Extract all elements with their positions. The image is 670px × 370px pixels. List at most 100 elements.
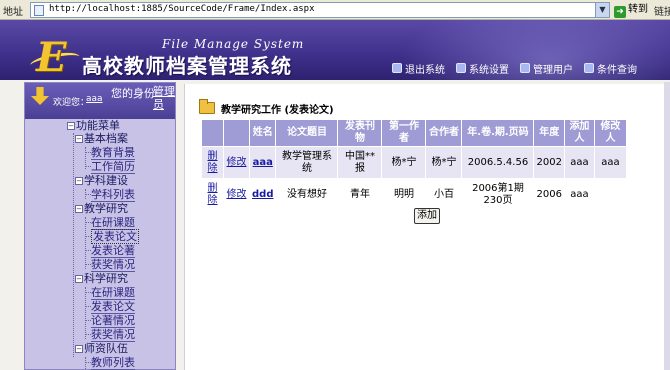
name-cell: aaa [248,146,277,179]
welcome-text: 欢迎您： [53,98,90,108]
menu-item-teaching-projects[interactable]: 在研课题 [85,216,135,230]
add-button[interactable]: 添加 [414,208,440,224]
identity-link[interactable]: 管理员 [153,85,175,111]
url-text[interactable]: http://localhost:1885/SourceCode/Frame/I… [49,4,315,14]
edit-cell: 修改 [223,146,250,179]
delete-cell: 删除 [201,146,224,179]
address-label: 地址 [3,7,23,18]
menu-item-teaching-books[interactable]: 发表论著 [85,244,135,258]
conditional-search-link[interactable]: 条件查询 [584,61,637,76]
address-bar: 地址 http://localhost:1885/SourceCode/Fram… [0,0,670,20]
column-header: 第一作者 [381,119,427,147]
column-header: 添加人 [563,119,595,147]
settings-icon [456,63,466,73]
column-header: 年度 [533,119,565,147]
menu-item-science-papers[interactable]: 发表论文 [85,300,135,314]
menu-group-science-research[interactable]: − 科学研究 [75,272,128,286]
year-cell: 2006 [533,178,565,211]
section-title: 教学研究工作 (发表论文) [221,104,334,116]
added-by-cell: aaa [563,178,595,211]
menu-item-science-projects[interactable]: 在研课题 [85,286,135,300]
name-cell: ddd [248,178,277,211]
url-input[interactable]: http://localhost:1885/SourceCode/Frame/I… [30,2,610,18]
menu-tree: − 功能菜单 − 基本档案 教育背景 工作简历 − 学科建设 学科列表 − 教学研究 在… [25,119,175,370]
citation-cell: 2006第1期230页 [461,178,535,211]
conditional-search-label: 条件查询 [597,64,637,76]
name-link[interactable]: ddd [252,189,273,200]
papers-table: 姓名 论文题目 发表刊物 第一作者 合作者 年.卷.期.页码 年度 添加人 修改… [201,119,627,211]
coauthor-cell: 小百 [425,178,463,211]
title-cell: 没有想好 [275,178,339,211]
system-settings-link[interactable]: 系统设置 [456,61,509,76]
menu-group-teaching-research[interactable]: − 教学研究 [75,202,128,216]
menu-item-science-books[interactable]: 论著情况 [85,314,135,328]
logout-link[interactable]: 退出系统 [392,61,445,76]
column-header: 合作者 [425,119,463,147]
edit-link[interactable]: 修改 [227,189,247,200]
go-button[interactable]: ➜ 转到 [614,2,650,18]
arrow-down-icon [31,87,49,105]
delete-link[interactable]: 删除 [208,183,218,206]
column-header [201,119,224,147]
identity-label: 您的身份: [111,87,159,100]
chevron-down-icon[interactable]: ▼ [595,3,609,17]
go-label: 转到 [628,4,648,15]
column-header: 修改人 [593,119,627,147]
column-header: 年.卷.期.页码 [461,119,535,147]
menu-group-faculty[interactable]: − 师资队伍 [75,342,128,356]
menu-root[interactable]: − 功能菜单 [67,119,120,133]
first-author-cell: 杨*宁 [381,146,427,179]
english-title: File Manage System [162,37,305,51]
collapse-icon[interactable]: − [75,345,83,353]
links-label[interactable]: 链接 [654,3,670,18]
table-row: 删除 修改 aaa 教学管理系统 中国**报 杨*宁 杨*宁 2006.5.4.… [201,146,627,179]
table-row: 删除 修改 ddd 没有想好 青年 明明 小百 2006第1期230页 2006… [201,178,627,211]
menu-item-teaching-papers[interactable]: 发表论文 [85,229,139,244]
edit-cell: 修改 [223,178,250,211]
coauthor-cell: 杨*宁 [425,146,463,179]
collapse-icon[interactable]: − [75,135,83,143]
edit-link[interactable]: 修改 [227,157,247,168]
menu-group-basic-archive[interactable]: − 基本档案 [75,132,128,146]
header-banner: E File Manage System 高校教师档案管理系统 退出系统 系统设… [0,20,670,80]
browser-window: 地址 http://localhost:1885/SourceCode/Fram… [0,0,670,370]
menu-group-discipline[interactable]: − 学科建设 [75,174,128,188]
welcome-panel: 欢迎您： aaa 您的身份: 管理员 [25,83,175,119]
column-header: 论文题目 [275,119,339,147]
sidebar: 欢迎您： aaa 您的身份: 管理员 − 功能菜单 − 基本档案 教育背景 工作简历… [24,82,176,370]
added-by-cell: aaa [563,146,595,179]
section-header: 教学研究工作 (发表论文) [199,99,334,116]
collapse-icon[interactable]: − [75,205,83,213]
collapse-icon[interactable]: − [75,177,83,185]
page-icon [34,5,44,16]
delete-cell: 删除 [201,178,224,211]
journal-cell: 中国**报 [337,146,383,179]
scrollbar[interactable] [664,82,670,370]
menu-item-education[interactable]: 教育背景 [85,146,135,160]
exit-icon [392,63,402,73]
collapse-icon[interactable]: − [67,122,75,130]
column-header [223,119,250,147]
username-link[interactable]: aaa [86,94,103,104]
table-header-row: 姓名 论文题目 发表刊物 第一作者 合作者 年.卷.期.页码 年度 添加人 修改… [201,119,627,147]
name-link[interactable]: aaa [253,157,273,168]
menu-item-science-awards[interactable]: 获奖情况 [85,328,135,342]
modified-by-cell: aaa [593,146,627,179]
menu-item-discipline-list[interactable]: 学科列表 [85,188,135,202]
collapse-icon[interactable]: − [75,275,83,283]
year-cell: 2002 [533,146,565,179]
menu-item-teaching-awards[interactable]: 获奖情况 [85,258,135,272]
users-icon [520,63,530,73]
manage-users-link[interactable]: 管理用户 [520,61,573,76]
main-content: 教学研究工作 (发表论文) 姓名 论文题目 发表刊物 第一作者 合作者 年.卷.… [184,84,670,370]
app-title: 高校教师档案管理系统 [82,54,292,78]
delete-link[interactable]: 删除 [208,151,218,174]
system-settings-label: 系统设置 [469,64,509,76]
menu-item-teacher-list[interactable]: 教师列表 [85,356,135,370]
tree-line [73,133,74,357]
column-header: 姓名 [248,119,277,147]
logo-icon: E [36,34,67,80]
menu-item-work-history[interactable]: 工作简历 [85,160,135,174]
search-icon [584,63,594,73]
manage-users-label: 管理用户 [533,64,573,76]
